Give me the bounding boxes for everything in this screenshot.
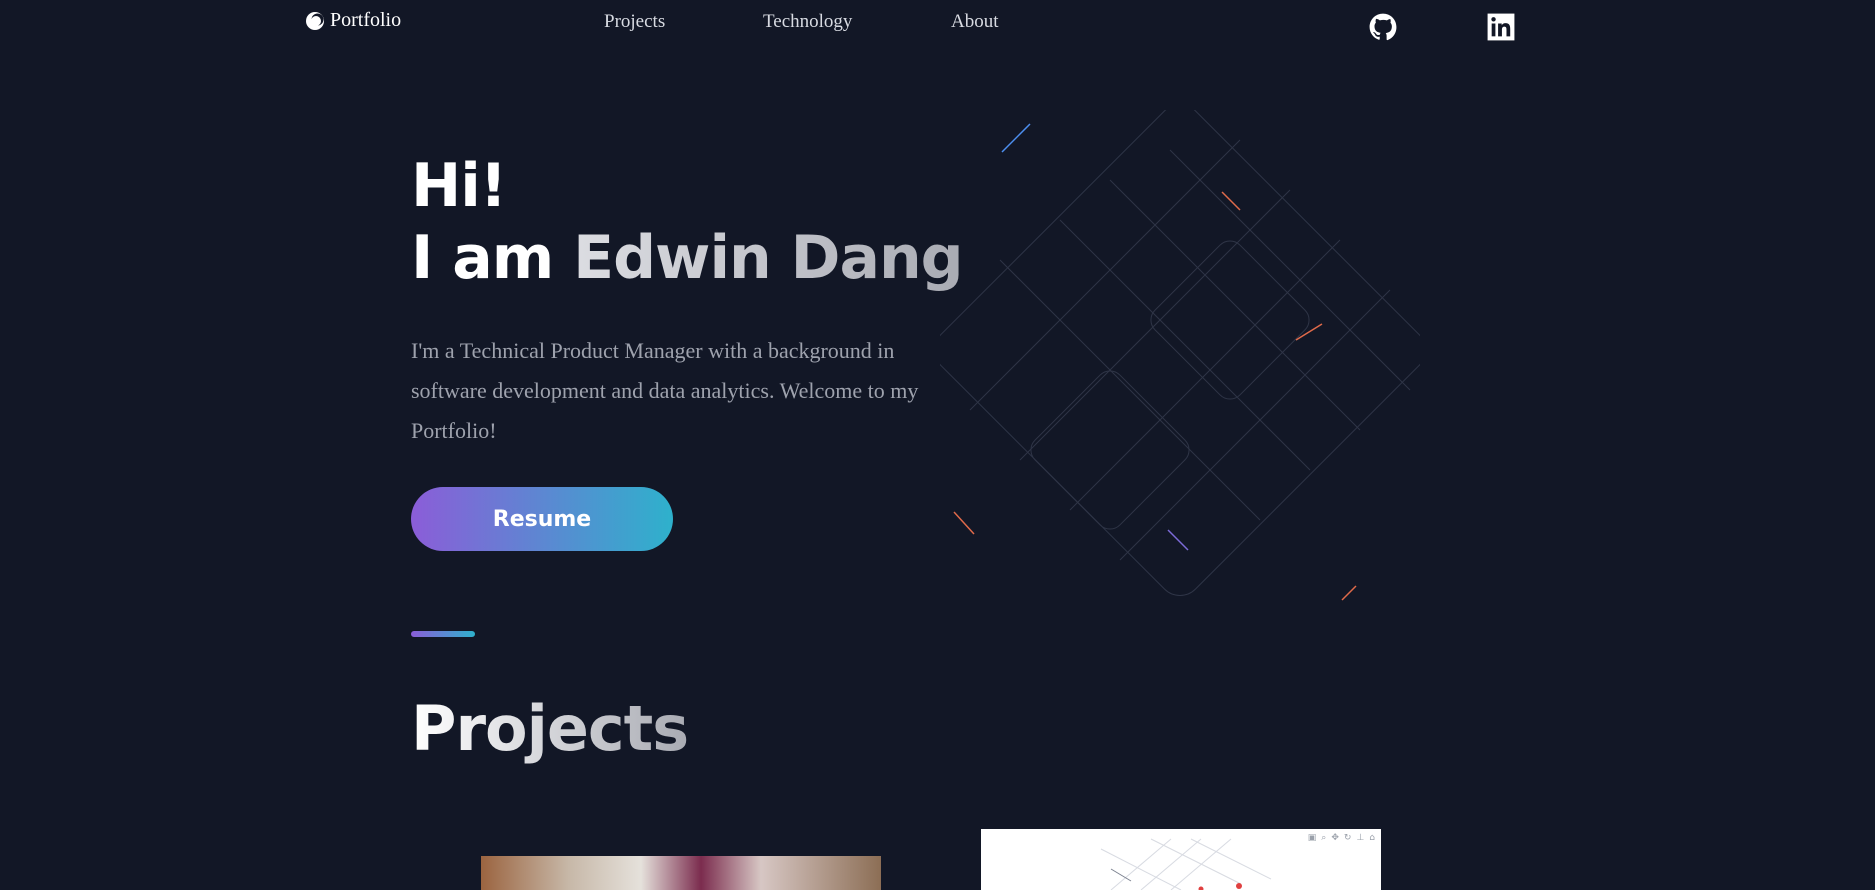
nav-link-about[interactable]: About bbox=[951, 11, 999, 33]
zoom-icon[interactable]: ⌕ bbox=[1321, 833, 1326, 843]
brand-label: Portfolio bbox=[330, 9, 402, 31]
decorative-grid bbox=[940, 110, 1420, 601]
section-divider bbox=[411, 631, 475, 637]
pan-icon[interactable]: ✥ bbox=[1331, 833, 1339, 843]
nav-link-projects[interactable]: Projects bbox=[604, 11, 665, 33]
nav-link-technology[interactable]: Technology bbox=[763, 11, 852, 33]
linkedin-icon[interactable] bbox=[1487, 13, 1515, 41]
chart-toolbar: ▣ ⌕ ✥ ↻ ⊥ ⌂ bbox=[1308, 833, 1375, 843]
brand-link[interactable]: Portfolio bbox=[305, 9, 401, 32]
orbit-icon[interactable]: ⊥ bbox=[1356, 833, 1364, 843]
resume-button[interactable]: Resume bbox=[411, 487, 673, 551]
hero-heading: Hi! I am Edwin Dang bbox=[411, 150, 971, 294]
project-card-chart[interactable]: ▣ ⌕ ✥ ↻ ⊥ ⌂ bbox=[981, 829, 1381, 890]
projects-heading: Projects bbox=[411, 690, 689, 768]
rotate-icon[interactable]: ↻ bbox=[1344, 833, 1352, 843]
logo-icon bbox=[306, 11, 324, 30]
greeting-heading: Hi! bbox=[411, 151, 507, 221]
home-icon[interactable]: ⌂ bbox=[1369, 833, 1375, 843]
camera-icon[interactable]: ▣ bbox=[1308, 833, 1317, 843]
name-prefix: I am bbox=[411, 223, 554, 293]
github-icon[interactable] bbox=[1369, 13, 1397, 41]
top-nav: Portfolio Projects Technology About bbox=[0, 0, 1875, 44]
project-card-image[interactable] bbox=[481, 856, 881, 890]
name-heading: I am Edwin Dang bbox=[411, 222, 971, 294]
intro-text: I'm a Technical Product Manager with a b… bbox=[411, 338, 919, 443]
name-highlight: Edwin Dang bbox=[573, 223, 963, 293]
